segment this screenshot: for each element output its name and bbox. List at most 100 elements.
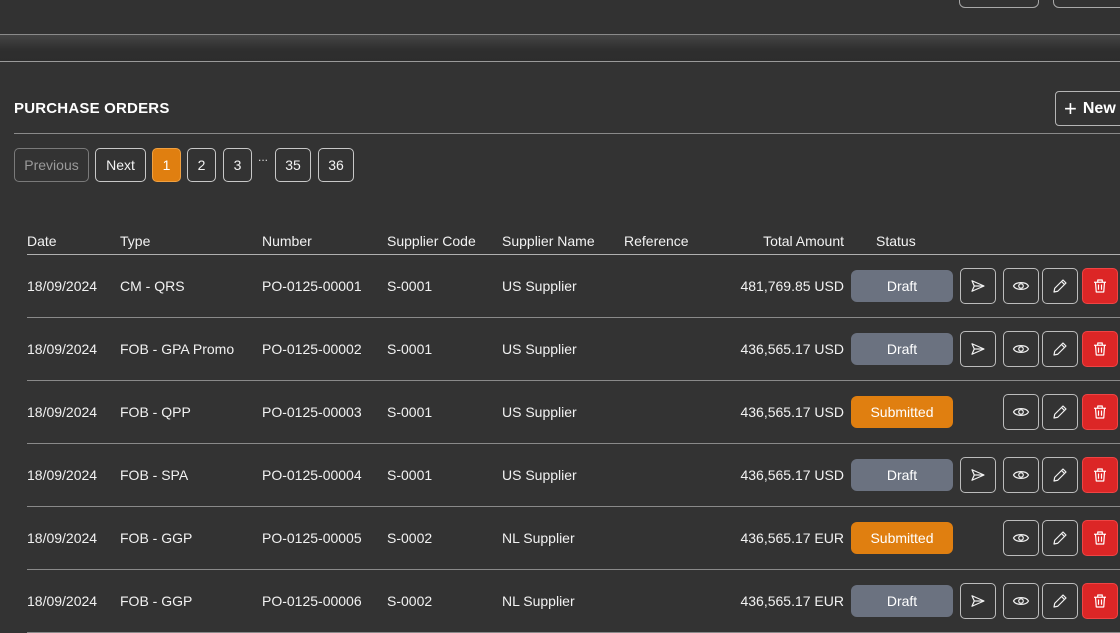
delete-button[interactable]: [1082, 457, 1118, 493]
top-bar: [0, 0, 1120, 35]
edit-button[interactable]: [1042, 331, 1078, 367]
view-button[interactable]: [1003, 268, 1039, 304]
cell-type: FOB - GGP: [120, 506, 262, 570]
cell-total-amount: 436,565.17 EUR: [729, 569, 844, 633]
pencil-icon: [1051, 277, 1069, 295]
table-row[interactable]: 18/09/2024 CM - QRS PO-0125-00001 S-0001 US …: [27, 254, 1120, 318]
next-page-button[interactable]: Next: [95, 148, 146, 182]
page-button-36[interactable]: 36: [318, 148, 354, 182]
purchase-orders-table: Date Type Number Supplier Code Supplier …: [27, 228, 1120, 633]
delete-button[interactable]: [1082, 331, 1118, 367]
send-button[interactable]: [960, 583, 996, 619]
table-row[interactable]: 18/09/2024 FOB - GGP PO-0125-00006 S-0002 NL…: [27, 569, 1120, 633]
header-reference[interactable]: Reference: [624, 228, 729, 255]
header-supplier-name[interactable]: Supplier Name: [502, 228, 624, 255]
previous-page-button[interactable]: Previous: [14, 148, 89, 182]
new-button-label: New: [1082, 99, 1116, 117]
eye-icon: [1012, 403, 1030, 421]
title-divider: [14, 133, 1120, 134]
cell-number: PO-0125-00006: [262, 569, 387, 633]
delete-button[interactable]: [1082, 268, 1118, 304]
cell-actions: [960, 506, 1120, 570]
edit-button[interactable]: [1042, 268, 1078, 304]
status-badge: Draft: [851, 585, 953, 617]
cell-supplier-name: US Supplier: [502, 443, 624, 507]
header-actions: [960, 228, 1120, 255]
cell-supplier-name: US Supplier: [502, 317, 624, 381]
cell-reference: [624, 443, 729, 507]
row-actions: [960, 268, 1120, 304]
cell-actions: [960, 569, 1120, 633]
send-button[interactable]: [960, 331, 996, 367]
header-date[interactable]: Date: [27, 228, 120, 255]
cell-total-amount: 436,565.17 USD: [729, 317, 844, 381]
cell-type: FOB - GGP: [120, 569, 262, 633]
page-button-3[interactable]: 3: [223, 148, 252, 182]
table-row[interactable]: 18/09/2024 FOB - QPP PO-0125-00003 S-0001 US…: [27, 380, 1120, 444]
page-button-35[interactable]: 35: [275, 148, 311, 182]
cell-status: Submitted: [844, 506, 960, 570]
cell-date: 18/09/2024: [27, 254, 120, 318]
edit-button[interactable]: [1042, 520, 1078, 556]
header-status[interactable]: Status: [844, 228, 960, 255]
cell-total-amount: 481,769.85 USD: [729, 254, 844, 318]
cell-supplier-name: US Supplier: [502, 380, 624, 444]
table-header-row: Date Type Number Supplier Code Supplier …: [27, 228, 1120, 255]
trash-icon: [1091, 340, 1109, 358]
row-actions: [960, 394, 1120, 430]
status-badge: Draft: [851, 459, 953, 491]
send-button[interactable]: [960, 457, 996, 493]
cell-actions: [960, 254, 1120, 318]
delete-button[interactable]: [1082, 520, 1118, 556]
cell-supplier-code: S-0002: [387, 506, 502, 570]
page-button-1[interactable]: 1: [152, 148, 181, 182]
cell-reference: [624, 380, 729, 444]
cell-number: PO-0125-00005: [262, 506, 387, 570]
cell-status: Draft: [844, 254, 960, 318]
pencil-icon: [1051, 466, 1069, 484]
row-actions: [960, 457, 1120, 493]
send-icon: [969, 340, 987, 358]
table-row[interactable]: 18/09/2024 FOB - GPA Promo PO-0125-00002 S-…: [27, 317, 1120, 381]
page-button-2[interactable]: 2: [187, 148, 216, 182]
cell-status: Draft: [844, 569, 960, 633]
view-button[interactable]: [1003, 520, 1039, 556]
view-button[interactable]: [1003, 394, 1039, 430]
table-row[interactable]: 18/09/2024 FOB - SPA PO-0125-00004 S-0001 US…: [27, 443, 1120, 507]
edit-button[interactable]: [1042, 583, 1078, 619]
cell-supplier-code: S-0001: [387, 254, 502, 318]
header-supplier-code[interactable]: Supplier Code: [387, 228, 502, 255]
cell-type: FOB - SPA: [120, 443, 262, 507]
top-button-right[interactable]: [1053, 0, 1120, 8]
header-number[interactable]: Number: [262, 228, 387, 255]
edit-button[interactable]: [1042, 394, 1078, 430]
send-button[interactable]: [960, 268, 996, 304]
send-icon: [969, 592, 987, 610]
send-icon: [969, 466, 987, 484]
header-band: [0, 35, 1120, 62]
view-button[interactable]: [1003, 331, 1039, 367]
header-type[interactable]: Type: [120, 228, 262, 255]
cell-actions: [960, 317, 1120, 381]
cell-number: PO-0125-00001: [262, 254, 387, 318]
cell-supplier-code: S-0002: [387, 569, 502, 633]
eye-icon: [1012, 277, 1030, 295]
header-total-amount[interactable]: Total Amount: [729, 228, 844, 255]
delete-button[interactable]: [1082, 394, 1118, 430]
cell-reference: [624, 506, 729, 570]
cell-status: Submitted: [844, 380, 960, 444]
status-badge: Draft: [851, 270, 953, 302]
status-badge: Draft: [851, 333, 953, 365]
view-button[interactable]: [1003, 583, 1039, 619]
trash-icon: [1091, 529, 1109, 547]
top-button-left[interactable]: [959, 0, 1039, 8]
edit-button[interactable]: [1042, 457, 1078, 493]
view-button[interactable]: [1003, 457, 1039, 493]
new-purchase-order-button[interactable]: + New: [1055, 91, 1120, 126]
cell-total-amount: 436,565.17 USD: [729, 443, 844, 507]
delete-button[interactable]: [1082, 583, 1118, 619]
cell-status: Draft: [844, 443, 960, 507]
row-actions: [960, 583, 1120, 619]
table-row[interactable]: 18/09/2024 FOB - GGP PO-0125-00005 S-0002 NL…: [27, 506, 1120, 570]
status-badge: Submitted: [851, 522, 953, 554]
